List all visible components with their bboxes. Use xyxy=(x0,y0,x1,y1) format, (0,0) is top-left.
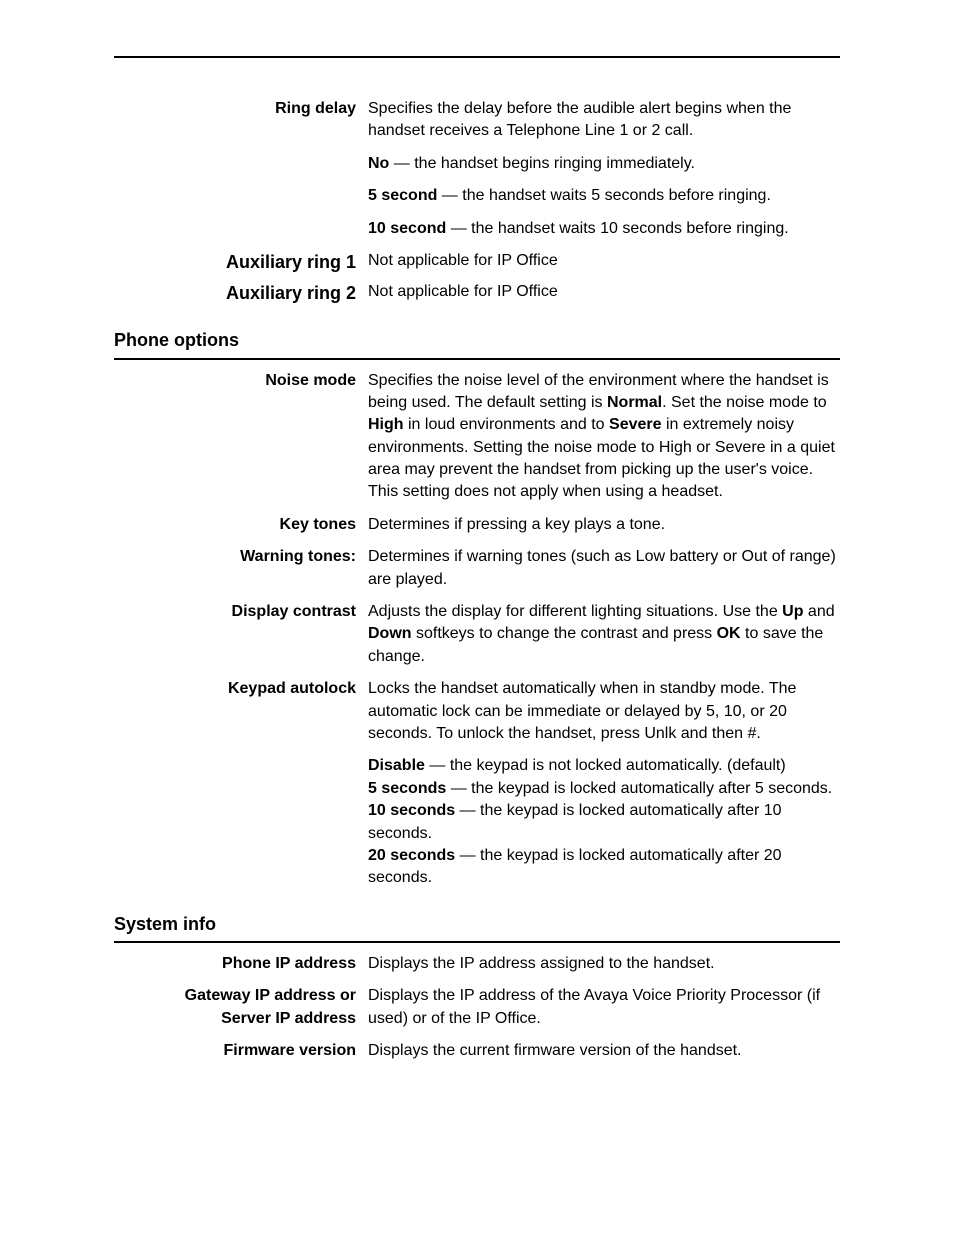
nm-mid1: . Set the noise mode to xyxy=(662,394,827,411)
label-gateway-ip: Gateway IP address or Server IP address xyxy=(114,985,368,1030)
label-keypad-autolock: Keypad autolock xyxy=(114,678,368,700)
opt-10s-suffix: — the handset waits 10 seconds before ri… xyxy=(446,220,788,237)
row-firmware: Firmware version Displays the current fi… xyxy=(114,1040,840,1062)
opt-10s: 10 second xyxy=(368,220,446,237)
dc-pre: Adjusts the display for different lighti… xyxy=(368,603,782,620)
body-ring-delay: Specifies the delay before the audible a… xyxy=(368,98,840,250)
label-aux2: Auxiliary ring 2 xyxy=(114,281,368,306)
dc-up: Up xyxy=(782,603,803,620)
body-keypad-autolock: Locks the handset automatically when in … xyxy=(368,678,840,890)
ka-disable-suffix: — the keypad is not locked automatically… xyxy=(425,757,786,774)
header-rule xyxy=(114,56,840,58)
ka-opt-20: 20 seconds — the keypad is locked automa… xyxy=(368,845,840,890)
body-display-contrast: Adjusts the display for different lighti… xyxy=(368,601,840,668)
document-page: Ring delay Specifies the delay before th… xyxy=(0,0,954,1235)
body-phone-ip: Displays the IP address assigned to the … xyxy=(368,953,840,975)
row-aux2: Auxiliary ring 2 Not applicable for IP O… xyxy=(114,281,840,306)
label-phone-ip: Phone IP address xyxy=(114,953,368,975)
ring-delay-opt-no: No — the handset begins ringing immediat… xyxy=(368,153,840,175)
row-ring-delay: Ring delay Specifies the delay before th… xyxy=(114,98,840,250)
nm-high: High xyxy=(368,416,404,433)
ka-para: Locks the handset automatically when in … xyxy=(368,678,840,745)
row-phone-ip: Phone IP address Displays the IP address… xyxy=(114,953,840,975)
ring-delay-para: Specifies the delay before the audible a… xyxy=(368,98,840,143)
dc-mid: softkeys to change the contrast and pres… xyxy=(412,625,717,642)
label-aux1: Auxiliary ring 1 xyxy=(114,250,368,275)
opt-5s: 5 second xyxy=(368,187,437,204)
ka-20s: 20 seconds xyxy=(368,847,455,864)
dc-and: and xyxy=(803,603,834,620)
body-gateway-ip: Displays the IP address of the Avaya Voi… xyxy=(368,985,840,1030)
ka-disable: Disable xyxy=(368,757,425,774)
dc-down: Down xyxy=(368,625,412,642)
label-warning-tones: Warning tones: xyxy=(114,546,368,568)
body-aux2: Not applicable for IP Office xyxy=(368,281,840,303)
label-gateway-ip-l1: Gateway IP address or xyxy=(114,985,356,1007)
dc-ok: OK xyxy=(717,625,741,642)
ka-5s: 5 seconds xyxy=(368,780,446,797)
body-aux1: Not applicable for IP Office xyxy=(368,250,840,272)
body-key-tones: Determines if pressing a key plays a ton… xyxy=(368,514,840,536)
label-display-contrast: Display contrast xyxy=(114,601,368,623)
ka-opt-10: 10 seconds — the keypad is locked automa… xyxy=(368,800,840,845)
body-noise-mode: Specifies the noise level of the environ… xyxy=(368,370,840,504)
opt-no: No xyxy=(368,155,389,172)
row-key-tones: Key tones Determines if pressing a key p… xyxy=(114,514,840,536)
row-display-contrast: Display contrast Adjusts the display for… xyxy=(114,601,840,668)
nm-severe: Severe xyxy=(609,416,662,433)
row-aux1: Auxiliary ring 1 Not applicable for IP O… xyxy=(114,250,840,275)
label-firmware: Firmware version xyxy=(114,1040,368,1062)
label-gateway-ip-l2: Server IP address xyxy=(114,1008,356,1030)
nm-mid2: in loud environments and to xyxy=(404,416,609,433)
rule-system-info xyxy=(114,941,840,943)
rule-phone-options xyxy=(114,358,840,360)
nm-normal: Normal xyxy=(607,394,662,411)
ka-10s: 10 seconds xyxy=(368,802,455,819)
body-firmware: Displays the current firmware version of… xyxy=(368,1040,840,1062)
body-warning-tones: Determines if warning tones (such as Low… xyxy=(368,546,840,591)
row-gateway-ip: Gateway IP address or Server IP address … xyxy=(114,985,840,1030)
row-warning-tones: Warning tones: Determines if warning ton… xyxy=(114,546,840,591)
ring-delay-opt-10: 10 second — the handset waits 10 seconds… xyxy=(368,218,840,240)
opt-5s-suffix: — the handset waits 5 seconds before rin… xyxy=(437,187,771,204)
heading-system-info: System info xyxy=(114,912,840,937)
ring-delay-opt-5: 5 second — the handset waits 5 seconds b… xyxy=(368,185,840,207)
ka-opt-disable: Disable — the keypad is not locked autom… xyxy=(368,755,840,777)
label-key-tones: Key tones xyxy=(114,514,368,536)
ka-5s-suffix: — the keypad is locked automatically aft… xyxy=(446,780,832,797)
row-noise-mode: Noise mode Specifies the noise level of … xyxy=(114,370,840,504)
row-keypad-autolock: Keypad autolock Locks the handset automa… xyxy=(114,678,840,890)
label-ring-delay: Ring delay xyxy=(114,98,368,120)
opt-no-suffix: — the handset begins ringing immediately… xyxy=(389,155,695,172)
heading-phone-options: Phone options xyxy=(114,328,840,353)
label-noise-mode: Noise mode xyxy=(114,370,368,392)
ka-opt-5: 5 seconds — the keypad is locked automat… xyxy=(368,778,840,800)
